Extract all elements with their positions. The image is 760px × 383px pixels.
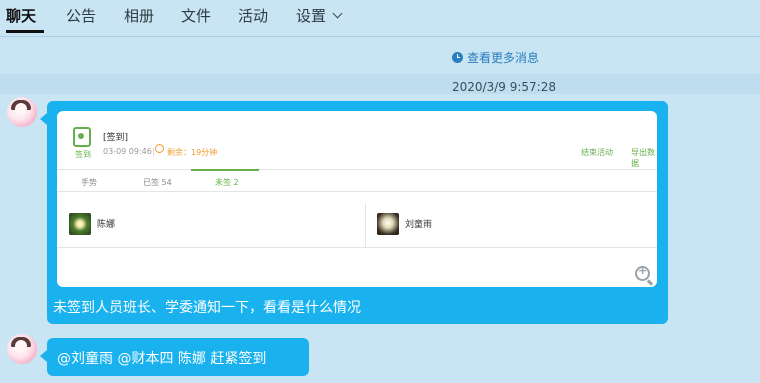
- message-bubble[interactable]: 签到 [签到] 03-09 09:46 | 剩余：19分钟 结束活动 导出数据 …: [40, 101, 668, 324]
- tab-album[interactable]: 相册: [124, 5, 154, 26]
- person-avatar: [69, 213, 91, 235]
- tab-settings[interactable]: 设置: [296, 5, 326, 26]
- embedded-screenshot[interactable]: 签到 [签到] 03-09 09:46 | 剩余：19分钟 结束活动 导出数据 …: [57, 111, 657, 287]
- unsigned-person-name: 刘童雨: [405, 220, 433, 230]
- timer-icon: [155, 144, 164, 153]
- background-divider: [0, 36, 760, 37]
- active-tab-underline: [6, 30, 44, 33]
- header-divider: [57, 169, 657, 170]
- message-timestamp: 2020/3/9 9:57:28: [452, 80, 556, 94]
- sign-in-date: 03-09 09:46: [103, 147, 152, 156]
- tab-files[interactable]: 文件: [181, 5, 211, 26]
- sign-in-icon: [73, 127, 91, 147]
- grid-divider: [365, 203, 366, 247]
- subtab-active-indicator: [191, 169, 259, 171]
- remaining-time: 剩余：19分钟: [167, 148, 218, 157]
- subtab-unsigned[interactable]: 未签 2: [215, 177, 239, 188]
- avatar[interactable]: [7, 97, 37, 127]
- end-activity-link[interactable]: 结束活动: [581, 147, 613, 158]
- avatar[interactable]: [7, 334, 37, 364]
- background-strip: [0, 74, 760, 94]
- tab-activities[interactable]: 活动: [238, 5, 268, 26]
- person-avatar: [377, 213, 399, 235]
- view-more-messages-link[interactable]: 查看更多消息: [452, 49, 539, 66]
- sign-in-icon-caption: 签到: [75, 150, 91, 159]
- subtab-signed[interactable]: 已签 54: [143, 177, 172, 188]
- message-text: 未签到人员班长、学委通知一下，看看是什么情况: [53, 300, 361, 316]
- message-text: @刘童雨 @财本四 陈娜 赶紧签到: [57, 351, 267, 367]
- export-data-link[interactable]: 导出数据: [631, 147, 657, 169]
- avatar-face: [15, 340, 27, 352]
- message-bubble[interactable]: @刘童雨 @财本四 陈娜 赶紧签到: [40, 338, 309, 376]
- tab-announcement[interactable]: 公告: [66, 5, 96, 26]
- zoom-in-icon[interactable]: [635, 264, 650, 281]
- tab-chat[interactable]: 聊天: [6, 5, 36, 26]
- subtab-divider: [57, 191, 657, 192]
- list-divider: [57, 247, 657, 248]
- view-more-label: 查看更多消息: [467, 51, 540, 65]
- chevron-down-icon[interactable]: [332, 8, 343, 19]
- tab-bar: 聊天 公告 相册 文件 活动 设置: [0, 0, 760, 34]
- clock-icon: [452, 52, 463, 63]
- unsigned-person-name: 陈娜: [97, 220, 116, 230]
- sign-in-title: [签到]: [103, 133, 129, 143]
- subtab-gesture[interactable]: 手势: [81, 177, 97, 188]
- avatar-face: [15, 103, 27, 115]
